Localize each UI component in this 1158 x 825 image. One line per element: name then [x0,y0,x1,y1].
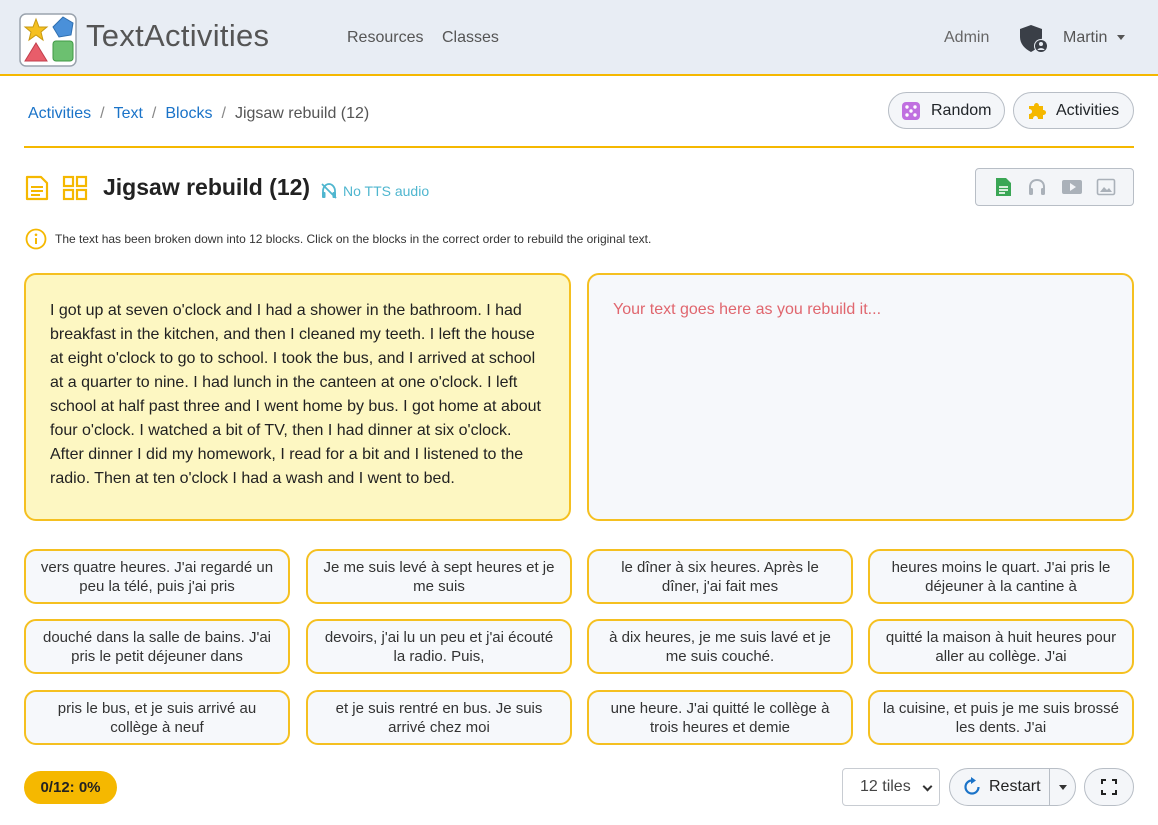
random-button[interactable]: Random [888,92,1005,129]
instructions-text: The text has been broken down into 12 bl… [55,232,652,246]
activities-button[interactable]: Activities [1013,92,1134,129]
breadcrumb-separator: / [100,105,105,122]
user-shield-icon[interactable] [1017,23,1049,55]
dice-icon [902,101,920,120]
restart-icon [964,777,980,795]
tile[interactable]: à dix heures, je me suis lavé et je me s… [587,619,853,674]
puzzle-icon [1029,102,1046,119]
nav-resources[interactable]: Resources [347,29,423,47]
restart-button-label: Restart [989,778,1041,795]
tile[interactable]: douché dans la salle de bains. J'ai pris… [24,619,290,674]
score-badge: 0/12: 0% [24,771,117,804]
nav-classes[interactable]: Classes [442,29,499,47]
breadcrumb-separator: / [221,105,226,122]
breadcrumb-current: Jigsaw rebuild (12) [234,105,370,122]
nav-admin[interactable]: Admin [944,29,989,47]
tile[interactable]: quitté la maison à huit heures pour alle… [868,619,1134,674]
tts-status-label: No TTS audio [343,183,430,199]
tile[interactable]: le dîner à six heures. Après le dîner, j… [587,549,853,604]
tile[interactable]: une heure. J'ai quitté le collège à troi… [587,690,853,745]
tile[interactable]: vers quatre heures. J'ai regardé un peu … [24,549,290,604]
brand-name[interactable]: TextActivities [86,18,269,54]
user-menu-caret-icon[interactable] [1117,35,1125,40]
tile[interactable]: pris le bus, et je suis arrivé au collèg… [24,690,290,745]
image-icon[interactable] [1095,176,1117,198]
info-icon [25,228,47,250]
fullscreen-icon [1101,779,1117,795]
tiles-count-value: 12 tiles [860,778,911,795]
user-menu[interactable]: Martin [1063,29,1107,47]
breadcrumb: Activities / Text / Blocks / Jigsaw rebu… [28,105,369,123]
tile[interactable]: devoirs, j'ai lu un peu et j'ai écouté l… [306,619,572,674]
breadcrumb-separator: / [151,105,157,122]
random-button-label: Random [931,101,992,119]
tile[interactable]: heures moins le quart. J'ai pris le déje… [868,549,1134,604]
headphones-icon[interactable] [1026,176,1048,198]
instructions: The text has been broken down into 12 bl… [25,228,651,250]
restart-dropdown-caret-icon[interactable] [1059,785,1067,790]
navbar: TextActivities Resources Classes Admin M… [0,0,1158,76]
activities-button-label: Activities [1056,101,1120,119]
tts-status: No TTS audio [320,182,429,200]
text-view-icon[interactable] [992,176,1014,198]
media-toggle-group [975,168,1134,206]
divider [24,146,1134,148]
breadcrumb-blocks[interactable]: Blocks [165,105,212,123]
tile[interactable]: la cuisine, et puis je me suis brossé le… [868,690,1134,745]
breadcrumb-text[interactable]: Text [114,105,143,123]
tile[interactable]: et je suis rentré en bus. Je suis arrivé… [306,690,572,745]
activity-title: Jigsaw rebuild (12) [103,174,311,200]
restart-button[interactable]: Restart [949,768,1076,806]
button-divider [1049,769,1050,805]
rebuild-placeholder: Your text goes here as you rebuild it... [613,301,882,318]
tile[interactable]: Je me suis levé à sept heures et je me s… [306,549,572,604]
tiles-count-select[interactable]: 12 tiles [842,768,940,806]
fullscreen-button[interactable] [1084,768,1134,806]
no-audio-icon [321,183,337,199]
breadcrumb-activities[interactable]: Activities [28,105,91,123]
source-text: I got up at seven o'clock and I had a sh… [50,302,541,487]
video-play-icon[interactable] [1061,176,1083,198]
logo-icon[interactable] [19,13,77,67]
chevron-down-icon [922,781,933,792]
rebuild-area[interactable]: Your text goes here as you rebuild it... [587,273,1134,521]
document-icon [25,175,49,201]
blocks-grid-icon [62,175,88,201]
source-text-panel: I got up at seven o'clock and I had a sh… [24,273,571,521]
